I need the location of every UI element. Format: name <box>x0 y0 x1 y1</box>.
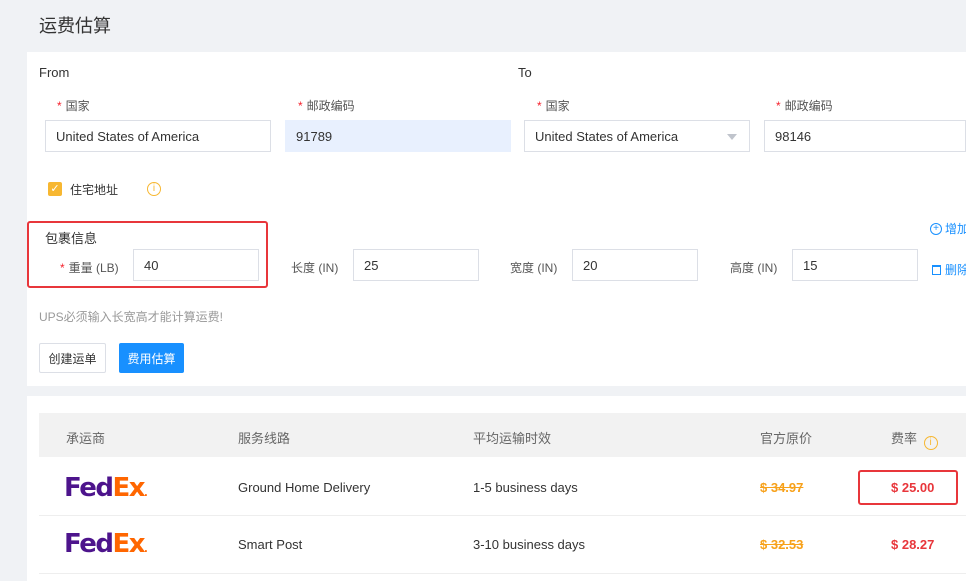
transit-cell: 1-5 business days <box>473 480 578 495</box>
col-carrier: 承运商 <box>66 431 106 446</box>
to-zip-label: * 邮政编码 <box>776 99 833 113</box>
add-package-link[interactable]: + 增加 <box>930 220 966 237</box>
col-rate: 费率 i <box>891 428 938 450</box>
service-cell: Smart Post <box>238 537 303 552</box>
height-input[interactable]: 15 <box>792 249 918 281</box>
residential-checkbox[interactable]: ✓ <box>48 182 62 196</box>
length-label: 长度 (IN) <box>291 261 339 275</box>
rate-cell: $ 28.27 <box>891 537 935 552</box>
to-label: To <box>518 65 532 80</box>
estimate-button[interactable]: 费用估算 <box>119 343 184 373</box>
fedex-logo: FedEx. <box>64 473 148 503</box>
service-cell: Ground Home Delivery <box>238 480 371 495</box>
to-country-label: * 国家 <box>537 99 570 113</box>
table-row[interactable]: FedEx. Smart Post 3-10 business days $ 3… <box>39 516 966 574</box>
width-input[interactable]: 20 <box>572 249 698 281</box>
from-country-label: * 国家 <box>57 99 90 113</box>
info-icon[interactable]: i <box>147 182 161 196</box>
width-label: 宽度 (IN) <box>510 261 558 275</box>
table-row[interactable]: FedEx. Ground Home Delivery 1-5 business… <box>39 458 966 516</box>
chevron-down-icon <box>727 134 737 140</box>
package-title: 包裹信息 <box>45 231 98 246</box>
height-label: 高度 (IN) <box>730 261 778 275</box>
col-transit: 平均运输时效 <box>473 431 552 446</box>
delete-package-link[interactable]: 删除 <box>932 261 966 278</box>
col-official-price: 官方原价 <box>760 431 813 446</box>
trash-icon <box>932 264 941 275</box>
from-label: From <box>39 65 70 80</box>
weight-label: * 重量 (LB) <box>60 261 119 275</box>
from-zip-input[interactable]: 91789 <box>285 120 511 152</box>
weight-input[interactable]: 40 <box>133 249 259 281</box>
to-country-select[interactable]: United States of America <box>524 120 750 152</box>
to-zip-input[interactable]: 98146 <box>764 120 966 152</box>
page-title: 运费估算 <box>39 16 111 36</box>
to-country-value: United States of America <box>535 128 679 144</box>
rate-info-icon[interactable]: i <box>923 436 938 450</box>
table-header: 承运商 服务线路 平均运输时效 官方原价 费率 i <box>39 413 966 457</box>
from-zip-label: * 邮政编码 <box>298 99 355 113</box>
plus-circle-icon: + <box>930 222 942 235</box>
length-input[interactable]: 25 <box>353 249 479 281</box>
transit-cell: 3-10 business days <box>473 537 586 552</box>
fedex-logo: FedEx. <box>64 529 148 559</box>
residential-label: 住宅地址 <box>70 183 119 197</box>
official-price-cell: $ 34.97 <box>760 480 804 495</box>
from-country-input[interactable]: United States of America <box>45 120 271 152</box>
create-shipment-button[interactable]: 创建运单 <box>39 343 106 373</box>
rate-cell: $ 25.00 <box>891 480 935 495</box>
official-price-cell: $ 32.53 <box>760 537 804 552</box>
col-service: 服务线路 <box>238 431 291 446</box>
ups-hint: UPS必须输入长宽高才能计算运费! <box>39 310 224 324</box>
